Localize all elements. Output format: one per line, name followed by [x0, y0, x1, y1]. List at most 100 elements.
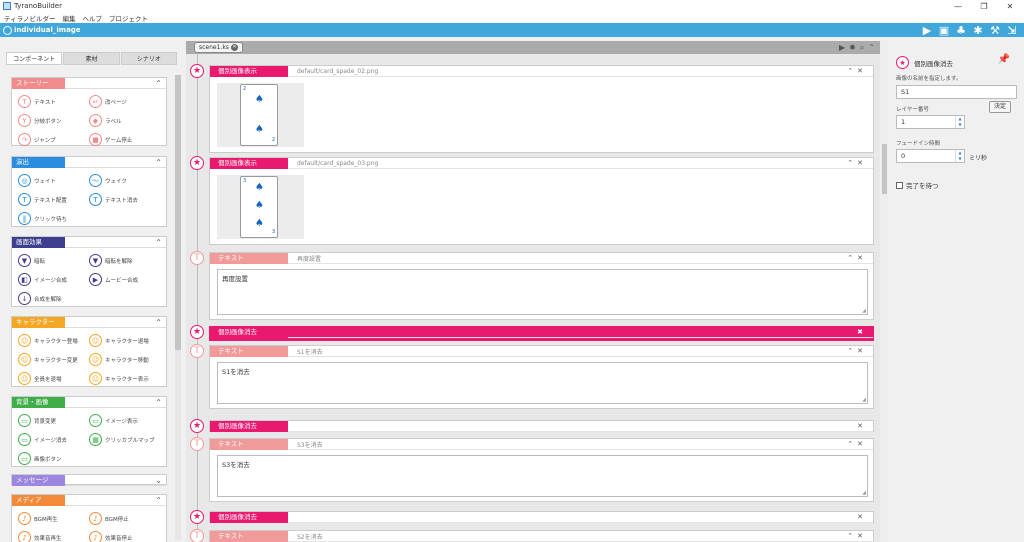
block-controls[interactable]: ✕	[857, 512, 867, 523]
block-header[interactable]: テキスト S1を消去 ⌃✕	[210, 345, 873, 357]
block-controls[interactable]: ✖	[857, 327, 867, 338]
chevron-down-icon[interactable]: ⌄	[155, 476, 162, 485]
scenario-block[interactable]: 個別画像表示 default/card_spade_03.png ⌃✕ 3 3 ♠ ♠ ♠	[209, 157, 874, 245]
search-icon[interactable]: ⌕	[860, 43, 864, 53]
component-item[interactable]: ‖ クリック待ち	[18, 209, 89, 228]
block-header[interactable]: テキスト 再度設置 ⌃✕	[210, 252, 873, 264]
wait-checkbox[interactable]: 完了を待つ	[896, 180, 939, 190]
pin-icon[interactable]: 📌	[998, 54, 1010, 65]
component-item[interactable]: Y 分岐ボタン	[18, 111, 89, 130]
component-item[interactable]: ♪ BGM再生	[18, 509, 89, 528]
chevron-up-icon[interactable]: ⌃	[155, 158, 162, 167]
close-tab-icon[interactable]: ✕	[230, 44, 238, 51]
scenario-block[interactable]: テキスト S2を消去 ⌃✕	[209, 530, 874, 542]
checkbox-box[interactable]	[896, 181, 903, 189]
text-body-input[interactable]: S3を消去 ◢	[217, 455, 868, 497]
image-name-input[interactable]: S1	[896, 85, 1017, 99]
component-item[interactable]: ▭ 画像ボタン	[18, 449, 89, 468]
fade-field[interactable]: 0 ▲ ▼	[896, 149, 965, 163]
component-item[interactable]: ↷ ジャンプ	[18, 130, 89, 149]
block-controls[interactable]: ⌃✕	[847, 158, 867, 169]
minimize-button[interactable]: —	[946, 0, 970, 12]
component-item[interactable]: ♪ 効果音再生	[18, 528, 89, 542]
chevron-up-icon[interactable]: ⌃	[155, 318, 162, 327]
resize-grip-icon[interactable]: ◢	[862, 397, 866, 403]
decide-button[interactable]: 決定	[989, 101, 1011, 113]
play-icon[interactable]: ▶	[921, 24, 933, 37]
layer-stepper[interactable]: ▲ ▼	[955, 116, 964, 128]
gear-icon[interactable]: ✱	[972, 24, 984, 37]
component-item[interactable]: T テキスト消去	[89, 190, 160, 209]
text-body-input[interactable]: S1を消去 ◢	[217, 362, 868, 404]
menu-item-edit[interactable]: 編集	[62, 13, 75, 23]
component-item[interactable]: ▭ イメージ消去	[18, 430, 89, 449]
component-item[interactable]: ◧ イメージ合成	[18, 270, 89, 289]
category-header[interactable]: ストーリー ⌃	[12, 77, 166, 89]
users-icon[interactable]: ♣	[955, 24, 967, 37]
tab-scene[interactable]: scene1.ks ✕	[194, 42, 243, 53]
hammer-icon[interactable]: ⚒	[989, 24, 1001, 37]
component-item[interactable]: ☺ キャラクター登場	[18, 331, 89, 350]
chevron-up-icon[interactable]: ⌃	[155, 238, 162, 247]
component-item[interactable]: ■ ゲーム停止	[89, 130, 160, 149]
chevron-up-icon[interactable]: ⌃	[155, 496, 162, 505]
play-icon[interactable]: ▶	[839, 43, 845, 53]
component-item[interactable]: ▦ クリッカブルマップ	[89, 430, 160, 449]
block-header[interactable]: 個別画像消去 ✕	[210, 420, 873, 432]
block-controls[interactable]: ✕	[857, 421, 867, 432]
block-controls[interactable]: ⌃✕	[847, 66, 867, 77]
scenario-block[interactable]: テキスト 再度設置 ⌃✕ 再度設置 ◢	[209, 252, 874, 320]
component-item[interactable]: ◆ ラベル	[89, 111, 160, 130]
category-header[interactable]: キャラクター ⌃	[12, 316, 166, 328]
resize-grip-icon[interactable]: ◢	[862, 308, 866, 314]
chevron-up-icon[interactable]: ⌃	[155, 79, 162, 88]
menu-item-help[interactable]: ヘルプ	[82, 13, 102, 23]
component-item[interactable]: ♪ BGM停止	[89, 509, 160, 528]
scenario-block[interactable]: テキスト S1を消去 ⌃✕ S1を消去 ◢	[209, 345, 874, 409]
maximize-button[interactable]: ❐	[972, 0, 996, 12]
block-controls[interactable]: ⌃✕	[847, 253, 867, 264]
category-header[interactable]: メッセージ ⌄	[12, 474, 166, 486]
component-item[interactable]: ◎ ウェイト	[18, 171, 89, 190]
component-item[interactable]: ♪ 効果音停止	[89, 528, 160, 542]
block-header[interactable]: 個別画像表示 default/card_spade_03.png ⌃✕	[210, 157, 873, 169]
component-item[interactable]: ▼ 暗転	[18, 251, 89, 270]
component-item[interactable]: ☺ キャラクター移動	[89, 350, 160, 369]
block-controls[interactable]: ⌃✕	[847, 346, 867, 357]
component-item[interactable]: ☺ キャラクター退場	[89, 331, 160, 350]
fade-stepper[interactable]: ▲ ▼	[955, 150, 964, 162]
category-header[interactable]: 背景・画像 ⌃	[12, 396, 166, 408]
menu-item-tyranobuilder[interactable]: ティラノビルダー	[4, 13, 55, 23]
save-icon[interactable]: ▣	[938, 24, 950, 37]
layer-field[interactable]: 1 ▲ ▼	[896, 115, 965, 129]
component-scrollbar[interactable]	[175, 75, 181, 540]
export-icon[interactable]: ⇲	[1006, 24, 1018, 37]
component-item[interactable]: ▭ イメージ表示	[89, 411, 160, 430]
scroll-thumb[interactable]	[882, 144, 887, 194]
component-item[interactable]: 〜ウェイク	[89, 171, 160, 190]
scenario-block[interactable]: 個別画像表示 default/card_spade_02.png ⌃✕ 2 2 ♠ ♠	[209, 65, 874, 153]
block-header[interactable]: テキスト S3を消去 ⌃✕	[210, 438, 873, 450]
category-header[interactable]: 演出 ⌃	[12, 156, 166, 168]
block-header[interactable]: 個別画像表示 default/card_spade_02.png ⌃✕	[210, 65, 873, 77]
menu-item-project[interactable]: プロジェクト	[109, 13, 148, 23]
category-header[interactable]: 画面効果 ⌃	[12, 236, 166, 248]
component-item[interactable]: ☺ 全員を退場	[18, 369, 89, 388]
collapse-icon[interactable]: ⌃	[868, 43, 875, 53]
tab-materials[interactable]: 素材	[63, 52, 120, 65]
component-item[interactable]: ↵ 改ページ	[89, 92, 160, 111]
component-item[interactable]: ☺ キャラクター表示	[89, 369, 160, 388]
scenario-block[interactable]: 個別画像消去 ✕	[209, 420, 874, 432]
tab-scenario[interactable]: シナリオ	[120, 52, 177, 65]
category-header[interactable]: メディア ⌃	[12, 494, 166, 506]
scroll-thumb[interactable]	[175, 75, 181, 350]
close-button[interactable]: ✕	[998, 0, 1022, 12]
block-header[interactable]: 個別画像消去 ✖	[210, 326, 873, 338]
bug-icon[interactable]: ✹	[849, 43, 856, 53]
block-header[interactable]: テキスト S2を消去 ⌃✕	[210, 530, 873, 542]
block-header[interactable]: 個別画像消去 ✕	[210, 511, 873, 523]
component-item[interactable]: T テキスト	[18, 92, 89, 111]
component-item[interactable]: T テキスト配置	[18, 190, 89, 209]
resize-grip-icon[interactable]: ◢	[862, 490, 866, 496]
chevron-up-icon[interactable]: ⌃	[155, 398, 162, 407]
